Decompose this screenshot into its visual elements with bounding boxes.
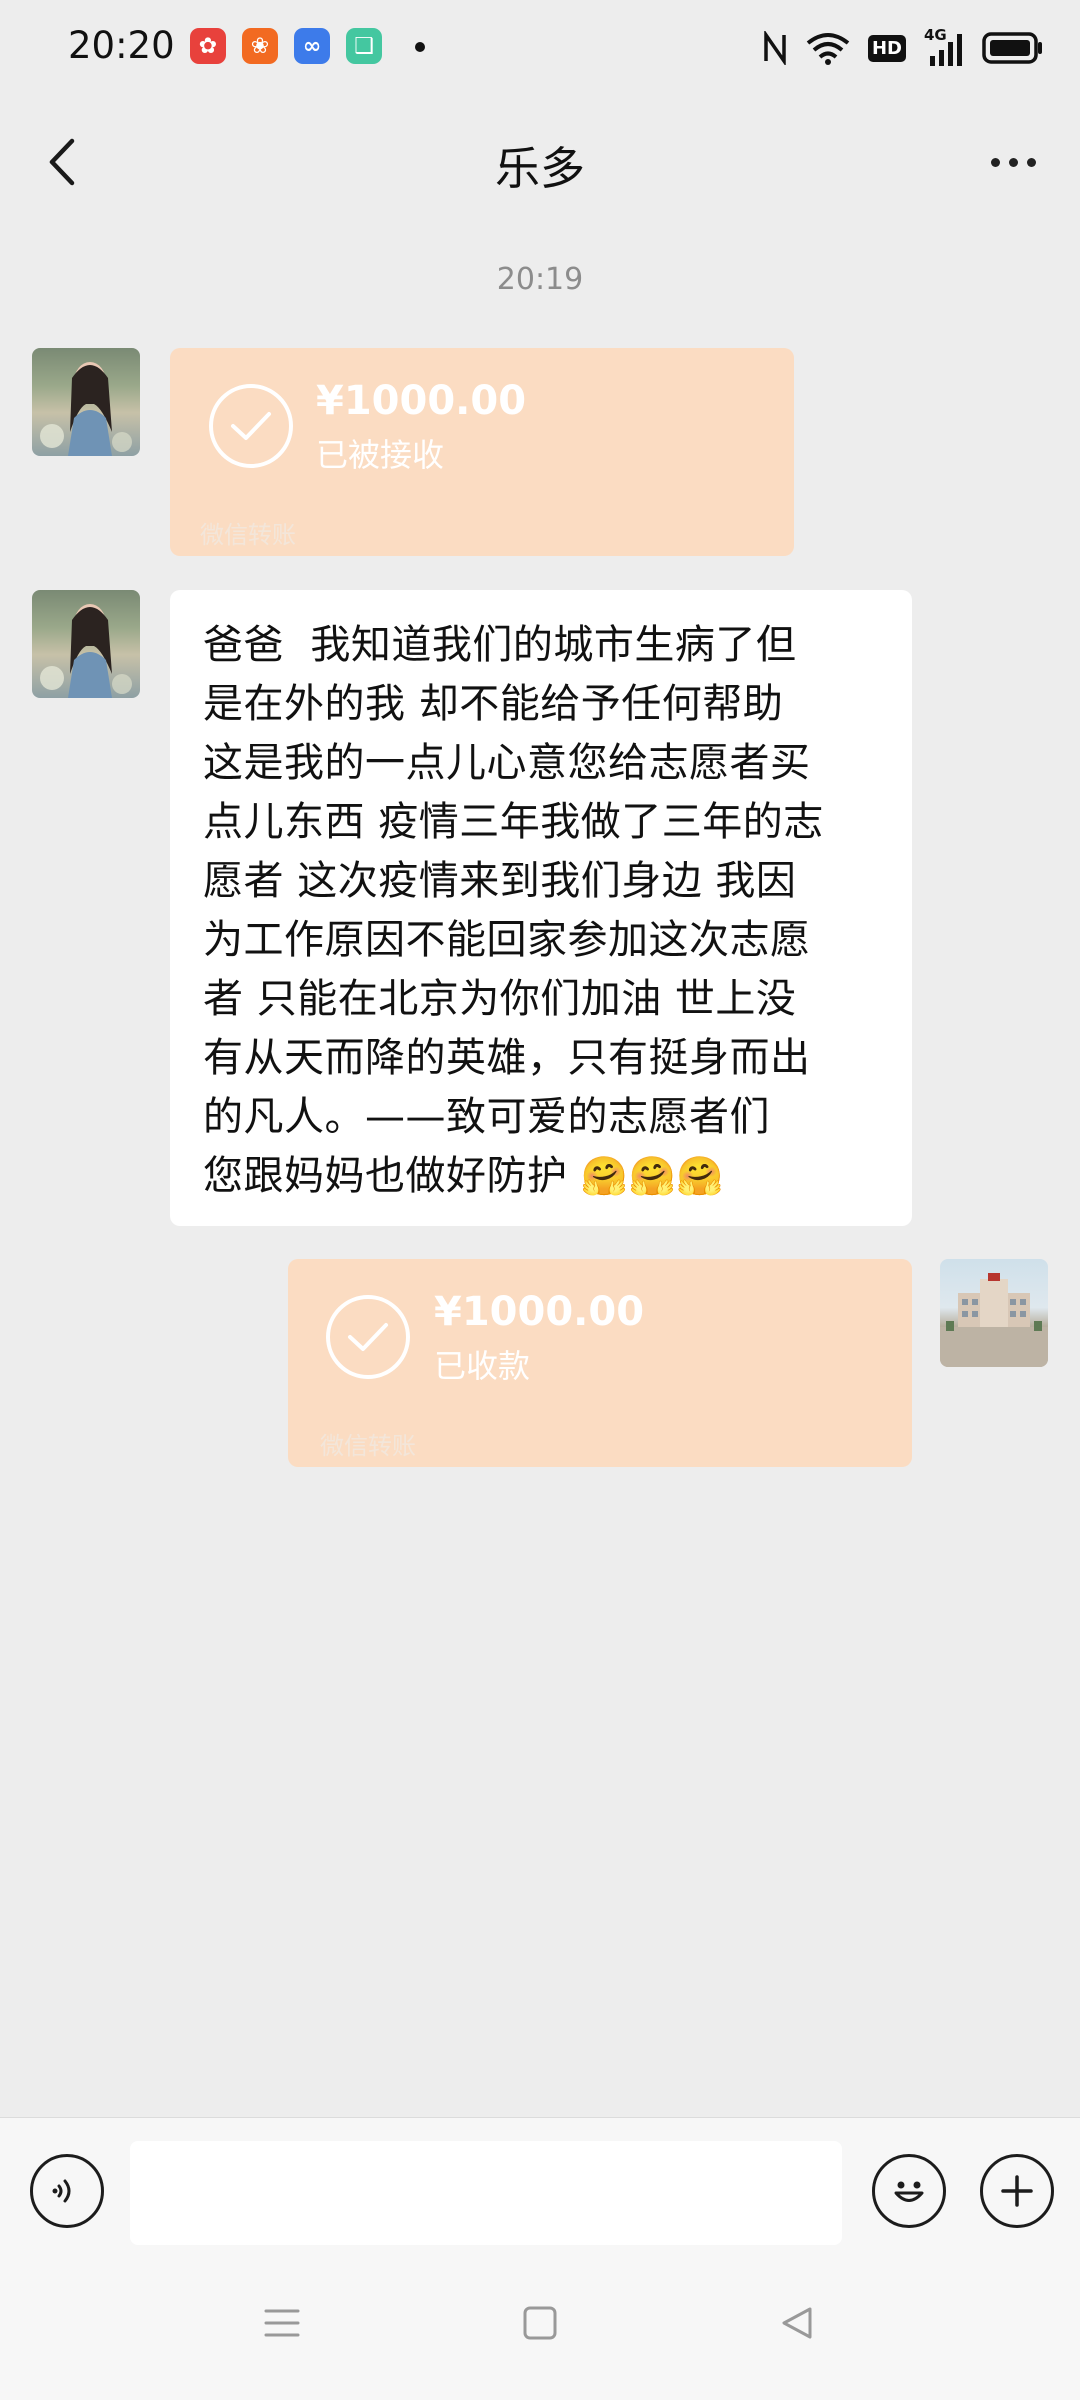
transfer-amount: ¥1000.00 [316, 378, 527, 424]
notification-dot-icon [415, 42, 425, 52]
message-text: 爸爸 我知道我们的城市生病了但 是在外的我 却不能给予任何帮助 这是我的一点儿心… [203, 622, 824, 1199]
home-button[interactable] [510, 2293, 570, 2353]
contact-avatar[interactable] [32, 590, 140, 698]
my-avatar[interactable] [940, 1259, 1048, 1367]
menu-icon [264, 2309, 300, 2337]
battery-icon [982, 31, 1044, 65]
transfer-card-received[interactable]: ¥1000.00 已被接收 微信转账 [170, 348, 794, 556]
system-nav-bar [0, 2257, 1080, 2400]
triangle-back-icon [782, 2307, 812, 2339]
message-input[interactable] [130, 2141, 842, 2245]
app-orange-icon: ❀ [242, 28, 278, 64]
voice-input-button[interactable] [30, 2154, 104, 2228]
wifi-icon [806, 31, 850, 65]
chat-title: 乐多 [494, 142, 585, 195]
voice-icon [52, 2179, 71, 2203]
more-dot-icon [1026, 157, 1036, 167]
transfer-card-collected[interactable]: ¥1000.00 已收款 微信转账 [288, 1259, 912, 1467]
app-red-icon: ✿ [190, 28, 226, 64]
back-nav-button[interactable] [768, 2293, 828, 2353]
status-icons: HD 4G [762, 26, 1044, 70]
input-bar [0, 2117, 1080, 2258]
transfer-amount: ¥1000.00 [434, 1289, 645, 1335]
message-bubble[interactable]: 爸爸 我知道我们的城市生病了但 是在外的我 却不能给予任何帮助 这是我的一点儿心… [170, 590, 912, 1226]
message-timestamp: 20:19 [496, 262, 584, 297]
contact-avatar[interactable] [32, 348, 140, 456]
plus-icon [1001, 2175, 1033, 2207]
signal-4g-icon: 4G [924, 26, 964, 66]
menu-button[interactable] [252, 2293, 312, 2353]
smiley-icon [894, 2181, 924, 2202]
more-dot-icon [1008, 157, 1018, 167]
nav-bar: 乐多 [0, 96, 1080, 226]
transfer-status: 已收款 [434, 1347, 531, 1385]
square-icon [523, 2306, 557, 2340]
hug-emoji-icon: 🤗🤗🤗 [580, 1154, 725, 1198]
check-circle-icon [326, 1295, 410, 1379]
transfer-footer-label: 微信转账 [200, 521, 296, 549]
more-options-button[interactable] [978, 130, 1048, 194]
chat-screen: 20:20 ✿ ❀ ∞ ❑ HD 4G 乐多 20:19 ¥1000.00 已被… [0, 0, 1080, 2400]
hd-icon: HD [867, 34, 906, 62]
app-green-icon: ❑ [346, 28, 382, 64]
more-functions-button[interactable] [980, 2154, 1054, 2228]
status-bar: 20:20 ✿ ❀ ∞ ❑ HD 4G [0, 0, 1080, 96]
nfc-icon [762, 31, 788, 65]
check-circle-icon [209, 384, 293, 468]
app-blue-icon: ∞ [294, 28, 330, 64]
transfer-footer-label: 微信转账 [320, 1432, 416, 1460]
status-time: 20:20 [68, 24, 175, 67]
transfer-status: 已被接收 [316, 436, 445, 474]
more-dot-icon [990, 157, 1000, 167]
emoji-button[interactable] [872, 2154, 946, 2228]
